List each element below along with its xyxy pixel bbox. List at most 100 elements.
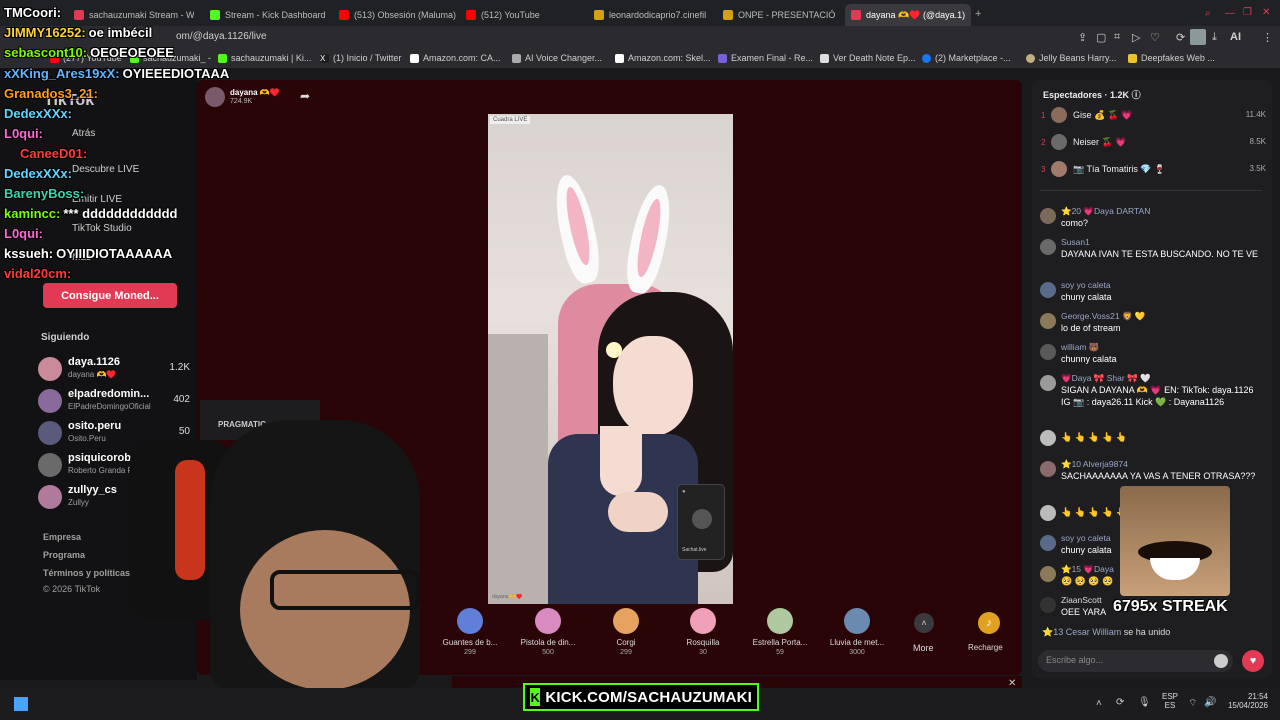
bookmark[interactable]: Examen Final - Re... xyxy=(718,53,813,63)
url-field[interactable]: om/@daya.1126/live xyxy=(176,31,267,42)
bookmark[interactable]: AI Voice Changer... xyxy=(512,53,602,63)
gift-name: Corgi xyxy=(616,638,636,647)
heart-icon[interactable]: ♡ xyxy=(1150,31,1160,44)
tray-chevron-icon[interactable]: ˄ xyxy=(1096,698,1102,709)
footer-company[interactable]: Empresa xyxy=(43,532,81,542)
tray-app-icon[interactable]: ⟳ xyxy=(1116,697,1124,708)
ai-icon[interactable]: AI xyxy=(1230,31,1241,43)
refresh-icon[interactable]: ⟳ xyxy=(1176,31,1185,44)
overlay-chat-line: JIMMY16252: oe imbécil xyxy=(4,25,152,40)
browser-tab[interactable]: Stream - Kick Dashboard xyxy=(210,4,328,26)
windows-start-icon[interactable] xyxy=(14,697,28,711)
browser-tab[interactable]: leonardodicaprio7.cinefilo xyxy=(594,4,706,26)
nav-discover-live[interactable]: Descubre LIVE xyxy=(72,164,139,175)
bookmark-label: Amazon.com: CA... xyxy=(423,53,501,63)
bookmark[interactable]: Amazon.com: Skel... xyxy=(615,53,711,63)
gift-name: Lluvia de met... xyxy=(829,638,885,647)
close-window-icon[interactable]: ✕ xyxy=(1262,7,1270,18)
top-viewer[interactable]: 3 📷 Tía Tomatiris 💎 🍷 3.5K xyxy=(1041,161,1266,181)
minimize-icon[interactable]: — xyxy=(1225,8,1235,19)
emoji-icon[interactable] xyxy=(1214,654,1228,668)
clock[interactable]: 21:54 15/04/2026 xyxy=(1226,692,1268,710)
top-viewer[interactable]: 1 Gise 💰 🍒 💗 11.4K xyxy=(1041,107,1266,127)
browser-tab[interactable]: (512) YouTube xyxy=(466,4,584,26)
bookmark-label: Deepfakes Web ... xyxy=(1141,53,1215,63)
meme-teeth xyxy=(1150,558,1200,580)
top-viewer[interactable]: 2 Neiser 🍒 💗 8.5K xyxy=(1041,134,1266,154)
language-indicator[interactable]: ESP ES xyxy=(1162,692,1178,710)
bookmark[interactable]: Ver Death Note Ep... xyxy=(820,53,916,63)
following-item[interactable]: daya.1126 dayana 🫶♥️ 1.2K xyxy=(38,354,190,382)
gift-price: 500 xyxy=(542,649,554,656)
grid-icon[interactable]: ⌗ xyxy=(1114,31,1120,44)
chat-input[interactable]: Escribe algo... xyxy=(1038,650,1233,672)
download-icon[interactable]: ⤓ xyxy=(1212,31,1217,44)
tab-label: dayana 🫶♥️ (@daya.1) xyxy=(866,9,966,20)
recharge-button[interactable]: Recharge xyxy=(968,643,1003,652)
pip-viewers: ● xyxy=(682,489,686,495)
volume-icon[interactable]: 🔊 xyxy=(1204,697,1216,708)
chat-user[interactable]: soy yo caleta xyxy=(1061,280,1111,290)
browser-tab[interactable]: sachauzumaki Stream - W xyxy=(74,4,194,26)
nav-back[interactable]: Atrás xyxy=(72,128,95,139)
gift-item[interactable]: Pistola de din... 500 xyxy=(508,608,588,656)
chat-user[interactable]: soy yo caleta xyxy=(1061,533,1121,543)
bookmark[interactable]: X (1) Inicio / Twitter xyxy=(320,53,401,63)
overlay-msg: *** dddddddddddd xyxy=(63,206,178,221)
gift-item[interactable]: Estrella Porta... 59 xyxy=(740,608,820,656)
chat-user[interactable]: william 🐻 xyxy=(1061,342,1099,353)
gift-item[interactable]: Rosquilla 30 xyxy=(663,608,743,656)
like-heart-icon[interactable]: ♥ xyxy=(1242,650,1264,672)
overlay-msg: OYIEEEDIOTAAA xyxy=(122,66,230,81)
avatar xyxy=(1040,208,1056,224)
browser-tab[interactable]: ONPE - PRESENTACIÓN D xyxy=(723,4,835,26)
gift-item[interactable]: Lluvia de met... 3000 xyxy=(817,608,897,656)
pip-preview[interactable]: ● Sachat.live xyxy=(677,484,725,560)
host-name[interactable]: dayana 🫶♥️ xyxy=(230,88,280,97)
nav-tiktok-studio[interactable]: TikTok Studio xyxy=(72,223,132,234)
chat-text: 👆 👆 👆 👆 👆 xyxy=(1061,432,1128,442)
viewers-title-text: Espectadores xyxy=(1043,90,1103,100)
footer-program[interactable]: Programa xyxy=(43,550,85,560)
search-tabs-icon[interactable]: ⌕ xyxy=(1205,8,1211,19)
browser-tab-active[interactable]: dayana 🫶♥️ (@daya.1) xyxy=(845,4,971,26)
gift-item[interactable]: Corgi 299 xyxy=(586,608,666,656)
chat-user[interactable]: ZiaanScott xyxy=(1061,595,1102,605)
chat-user[interactable]: Susan1 xyxy=(1061,237,1090,247)
get-coins-button[interactable]: Consigue Moned... xyxy=(43,283,177,308)
info-icon[interactable]: ⓘ xyxy=(1132,90,1141,100)
bookmark[interactable]: Deepfakes Web ... xyxy=(1128,53,1215,63)
viewer-coins: 11.4K xyxy=(1245,110,1266,119)
join-user[interactable]: Cesar William xyxy=(1066,627,1122,637)
chat-user[interactable]: ⭐20 💗Daya DARTAN xyxy=(1061,206,1150,217)
chat-user[interactable]: 💗Daya 🎀 Shar 🎀 🤍 xyxy=(1061,373,1151,384)
profile-avatar[interactable] xyxy=(1190,29,1206,45)
live-video[interactable]: Cuadra LIVE ● Sachat.live dayana 🫶♥️ xyxy=(488,114,733,604)
host-avatar[interactable] xyxy=(205,87,225,107)
chevron-up-icon[interactable]: ˄ xyxy=(914,613,934,633)
chat-user[interactable]: George.Voss21 🦁 💛 xyxy=(1061,311,1146,322)
new-tab-icon[interactable]: + xyxy=(975,8,981,20)
gifts-more-button[interactable]: More xyxy=(913,643,934,653)
close-icon[interactable]: ✕ xyxy=(1008,678,1016,689)
bookmark[interactable]: Jelly Beans Harry... xyxy=(1026,53,1116,63)
bookmark[interactable]: (2) Marketplace -... xyxy=(922,53,1011,63)
chat-user[interactable]: ⭐10 Alverja9874 xyxy=(1061,459,1128,470)
avatar xyxy=(1040,344,1056,360)
share-icon[interactable]: ➦ xyxy=(300,89,310,103)
footer-terms[interactable]: Términos y políticas xyxy=(43,568,130,578)
bookmark[interactable]: sachauzumaki | Ki... xyxy=(218,53,311,63)
maximize-icon[interactable]: ❐ xyxy=(1243,7,1252,18)
overlay-chat-line: vidal20cm: xyxy=(4,266,74,281)
microphone-icon[interactable]: 🎙 xyxy=(1138,697,1151,708)
browser-tab[interactable]: (513) Obsesión (Maluma) xyxy=(339,4,457,26)
kick-logo-icon: K xyxy=(530,688,541,706)
menu-icon[interactable]: ⋮ xyxy=(1262,31,1273,44)
viewer-coins: 3.5K xyxy=(1249,164,1266,173)
extension-icon[interactable]: ⇪ xyxy=(1078,31,1087,44)
bookmark[interactable]: Amazon.com: CA... xyxy=(410,53,501,63)
screenshot-icon[interactable]: ▢ xyxy=(1096,31,1106,44)
play-icon[interactable]: ▷ xyxy=(1132,31,1140,44)
chat-user[interactable]: ⭐15 💗Daya xyxy=(1061,564,1114,575)
wifi-icon[interactable]: ⌔ xyxy=(1188,697,1197,710)
